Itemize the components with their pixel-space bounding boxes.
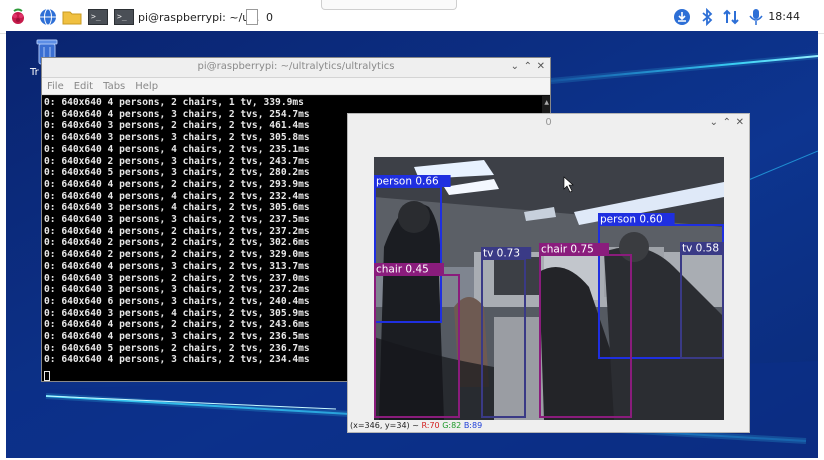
detection-label: tv 0.58 [682,243,719,255]
menu-help[interactable]: Help [135,81,158,92]
file-manager-icon[interactable] [62,8,82,26]
screen: >_ >_ pi@raspberrypi: ~/ul.. 0 18:44 Tr … [0,0,824,460]
raspberry-menu-icon[interactable] [8,8,28,26]
terminal-titlebar[interactable]: pi@raspberrypi: ~/ultralytics/ultralytic… [42,58,550,78]
close-icon[interactable]: ✕ [537,61,545,72]
viewer-title: 0 [545,117,552,128]
task-button-viewer[interactable]: 0 [246,4,273,30]
menu-edit[interactable]: Edit [74,81,93,92]
clock[interactable]: 18:44 [768,10,800,23]
minimize-icon[interactable]: ⌄ [710,117,718,128]
terminal-menubar: File Edit Tabs Help [42,78,550,95]
image-viewer-window[interactable]: 0 ⌄ ⌃ ✕ person 0.66 person 0.60 chair 0.… [347,113,750,433]
task-button-label: pi@raspberrypi: ~/ul.. [138,10,260,24]
terminal-title: pi@raspberrypi: ~/ultralytics/ultralytic… [197,61,395,72]
pixel-red-value: R:70 [421,421,440,430]
menu-tabs[interactable]: Tabs [103,81,125,92]
detection-label: person 0.60 [600,214,663,226]
detection-label: chair 0.45 [376,264,429,276]
taskbar: >_ >_ pi@raspberrypi: ~/ul.. 0 18:44 [0,0,824,34]
detection-label: chair 0.75 [541,244,594,256]
web-browser-icon[interactable] [38,8,58,26]
minimize-icon[interactable]: ⌄ [511,61,519,72]
terminal-launcher-icon[interactable]: >_ [88,9,108,25]
update-icon[interactable] [673,8,691,26]
network-icon[interactable] [722,8,740,26]
viewer-statusbar: (x=346, y=34) ~ R:70 G:82 B:89 [350,421,482,430]
pixel-blue-value: B:89 [463,421,483,430]
viewer-titlebar[interactable]: 0 ⌄ ⌃ ✕ [348,114,749,134]
maximize-icon[interactable]: ⌃ [524,61,532,72]
task-button-terminal[interactable]: >_ pi@raspberrypi: ~/ul.. [114,4,259,30]
taskbar-drop-handle [321,0,457,10]
pixel-green-value: G:82 [442,421,462,430]
scroll-up-arrow-icon[interactable]: ▲ [544,99,549,106]
detection-camera-image[interactable]: person 0.66 person 0.60 chair 0.45 chair 0.… [374,157,724,420]
terminal-cursor [44,371,50,381]
close-icon[interactable]: ✕ [736,117,744,128]
task-button-label: 0 [266,10,273,24]
microphone-icon[interactable] [747,8,765,26]
bluetooth-icon[interactable] [698,8,716,26]
window-icon [246,9,258,25]
detection-label: person 0.66 [376,176,439,188]
terminal-icon: >_ [114,9,134,25]
trash-label[interactable]: Tr [30,67,39,78]
detection-label: tv 0.73 [483,248,520,260]
menu-file[interactable]: File [47,81,64,92]
maximize-icon[interactable]: ⌃ [723,117,731,128]
terminal-line: 0: 640x640 4 persons, 2 chairs, 1 tv, 33… [44,97,304,108]
pixel-coordinates: (x=346, y=34) ~ [350,421,419,430]
